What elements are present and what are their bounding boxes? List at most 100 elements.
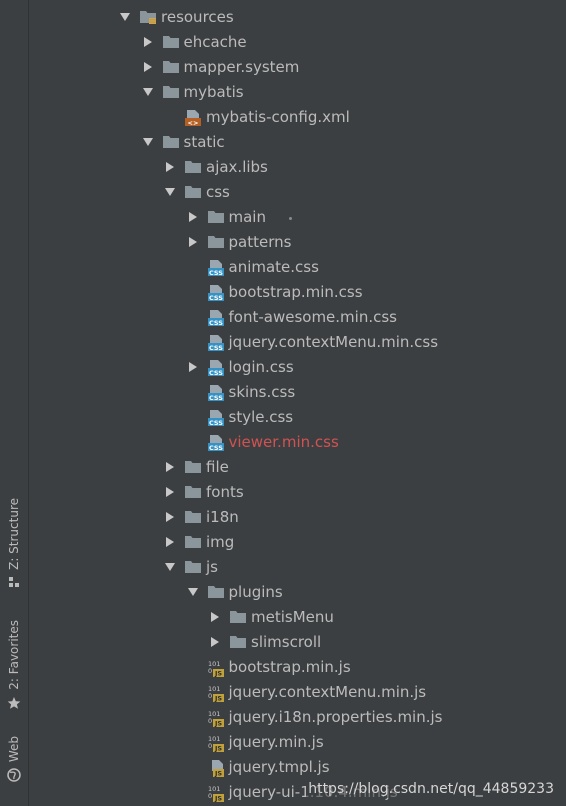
tree-row-bootstrap-min-css[interactable]: CSS bootstrap.min.css	[29, 279, 566, 304]
tree-row-label: img	[206, 532, 235, 551]
chevron-right-icon[interactable]	[162, 534, 178, 550]
chevron-down-icon[interactable]	[140, 84, 156, 100]
favorites-tab[interactable]: 2: Favorites	[0, 620, 28, 713]
structure-tab-label: Z: Structure	[7, 498, 21, 570]
tree-row-label: style.css	[228, 407, 294, 426]
folder-icon	[229, 634, 247, 650]
folder-icon	[184, 559, 202, 575]
chevron-right-icon[interactable]	[185, 209, 201, 225]
tree-row-jquery-contextmenu-min-css[interactable]: CSS jquery.contextMenu.min.css	[29, 329, 566, 354]
tree-row-jquery-contextmenu-min-js[interactable]: 101 0 JS jquery.contextMenu.min.js	[29, 679, 566, 704]
css-file-icon: CSS	[207, 259, 225, 277]
ide-window: Z: Structure 2: Favorites Web resources e…	[0, 0, 566, 806]
structure-icon	[8, 576, 20, 591]
minified-js-file-icon: 101 0 JS	[207, 659, 225, 677]
tree-row-label: mybatis	[183, 82, 244, 101]
tree-row-label: bootstrap.min.js	[228, 657, 351, 676]
css-file-icon: CSS	[207, 309, 225, 327]
svg-text:JS: JS	[213, 719, 221, 726]
tree-row-login-css[interactable]: CSS login.css	[29, 354, 566, 379]
tree-row-patterns[interactable]: patterns	[29, 229, 566, 254]
svg-text:<>: <>	[188, 119, 199, 127]
chevron-down-icon[interactable]	[162, 559, 178, 575]
tree-row-slimscroll[interactable]: slimscroll	[29, 629, 566, 654]
tree-row-label: file	[206, 457, 229, 476]
folder-icon	[184, 459, 202, 475]
tree-row-label: font-awesome.min.css	[228, 307, 397, 326]
chevron-right-icon[interactable]	[140, 59, 156, 75]
tree-row-label: i18n	[206, 507, 239, 526]
tree-row-label: js	[206, 557, 218, 576]
tree-row-ehcache[interactable]: ehcache	[29, 29, 566, 54]
css-file-icon: CSS	[207, 359, 225, 377]
tree-row-css[interactable]: css	[29, 179, 566, 204]
chevron-right-icon[interactable]	[162, 509, 178, 525]
chevron-right-icon[interactable]	[162, 484, 178, 500]
minified-js-file-icon: 101 0 JS	[207, 784, 225, 802]
svg-text:CSS: CSS	[209, 444, 223, 452]
chevron-right-icon[interactable]	[162, 459, 178, 475]
folder-icon	[162, 84, 180, 100]
tree-row-main[interactable]: main	[29, 204, 566, 229]
folder-icon	[162, 59, 180, 75]
chevron-right-icon[interactable]	[162, 159, 178, 175]
tree-row-jquery-i18n-properties-min-js[interactable]: 101 0 JS jquery.i18n.properties.min.js	[29, 704, 566, 729]
tree-row-label: login.css	[228, 357, 294, 376]
tree-row-label: main	[228, 207, 266, 226]
tree-row-static[interactable]: static	[29, 129, 566, 154]
tree-row-bootstrap-min-js[interactable]: 101 0 JS bootstrap.min.js	[29, 654, 566, 679]
chevron-down-icon[interactable]	[162, 184, 178, 200]
chevron-down-icon[interactable]	[117, 9, 133, 25]
tree-row-jquery-tmpl-js[interactable]: JS jquery.tmpl.js	[29, 754, 566, 779]
tree-row-fonts[interactable]: fonts	[29, 479, 566, 504]
chevron-down-icon[interactable]	[185, 584, 201, 600]
tree-row-metismenu[interactable]: metisMenu	[29, 604, 566, 629]
svg-text:CSS: CSS	[209, 394, 223, 402]
folder-icon	[184, 534, 202, 550]
css-file-icon: CSS	[207, 434, 225, 452]
chevron-right-icon[interactable]	[140, 34, 156, 50]
tree-row-animate-css[interactable]: CSS animate.css	[29, 254, 566, 279]
tree-row-mybatis-config-xml[interactable]: <> mybatis-config.xml	[29, 104, 566, 129]
star-icon	[7, 696, 21, 713]
chevron-right-icon[interactable]	[185, 359, 201, 375]
resources-folder-icon	[139, 9, 157, 25]
tree-row-mybatis[interactable]: mybatis	[29, 79, 566, 104]
svg-text:CSS: CSS	[209, 269, 223, 277]
tree-row-font-awesome-min-css[interactable]: CSS font-awesome.min.css	[29, 304, 566, 329]
tree-row-label: jquery.min.js	[228, 732, 324, 751]
tree-row-label: patterns	[228, 232, 292, 251]
tree-row-skins-css[interactable]: CSS skins.css	[29, 379, 566, 404]
tree-row-label: mapper.system	[183, 57, 300, 76]
svg-text:0: 0	[208, 717, 212, 725]
chevron-right-icon[interactable]	[185, 234, 201, 250]
svg-text:JS: JS	[213, 694, 221, 701]
tree-row-plugins[interactable]: plugins	[29, 579, 566, 604]
tree-row-jquery-min-js[interactable]: 101 0 JS jquery.min.js	[29, 729, 566, 754]
chevron-right-icon[interactable]	[207, 634, 223, 650]
watermark: https://blog.csdn.net/qq_44859233	[306, 780, 556, 798]
svg-text:JS: JS	[213, 794, 221, 801]
js-file-icon: JS	[207, 759, 225, 777]
tree-row-label: slimscroll	[251, 632, 322, 651]
tree-row-img[interactable]: img	[29, 529, 566, 554]
chevron-down-icon[interactable]	[140, 134, 156, 150]
tree-row-mapper-system[interactable]: mapper.system	[29, 54, 566, 79]
tree-row-i18n[interactable]: i18n	[29, 504, 566, 529]
tree-row-js[interactable]: js	[29, 554, 566, 579]
structure-tab[interactable]: Z: Structure	[0, 498, 28, 591]
folder-icon	[184, 484, 202, 500]
tree-row-label: animate.css	[228, 257, 319, 276]
tree-row-viewer-min-css[interactable]: CSS viewer.min.css	[29, 429, 566, 454]
folder-icon	[184, 509, 202, 525]
tree-row-label: ajax.libs	[206, 157, 268, 176]
tree-row-resources[interactable]: resources	[29, 4, 566, 29]
tree-row-label: metisMenu	[251, 607, 334, 626]
tree-row-ajax-libs[interactable]: ajax.libs	[29, 154, 566, 179]
tree-row-label: bootstrap.min.css	[228, 282, 363, 301]
tree-row-file[interactable]: file	[29, 454, 566, 479]
tree-row-style-css[interactable]: CSS style.css	[29, 404, 566, 429]
project-tree: resources ehcache mapper.system mybatis <> my…	[29, 0, 566, 806]
web-tab[interactable]: Web	[0, 736, 28, 785]
chevron-right-icon[interactable]	[207, 609, 223, 625]
